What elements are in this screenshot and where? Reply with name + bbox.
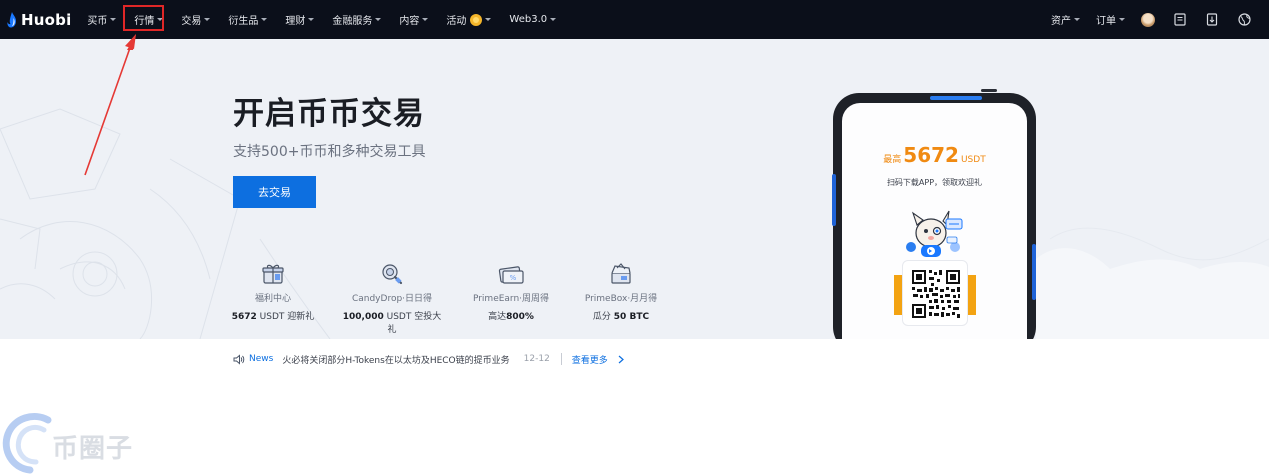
feature-desc-text: 瓜分 [592, 312, 614, 322]
news-divider [560, 353, 562, 365]
menu-item-label: 理财 [285, 16, 306, 27]
feature-name: PrimeBox·月月得 [584, 294, 658, 304]
coin-badge-icon [470, 13, 483, 26]
promo-unit: USDT [960, 155, 986, 165]
watermark-logo-icon [2, 413, 52, 474]
speaker-icon [233, 353, 245, 365]
magnifier-coin-icon [342, 261, 442, 287]
flame-logo-icon [7, 11, 16, 27]
annotation-highlight-box [123, 5, 164, 31]
phone-screen: 最高 5672 USDT 扫码下载APP，领取欢迎礼 [842, 103, 1027, 339]
download-icon[interactable] [1205, 13, 1219, 27]
menu-item-activities[interactable]: 活动 [446, 0, 492, 39]
news-date: 12-12 [523, 354, 550, 364]
menu-item-assets[interactable]: 资产 [1051, 0, 1080, 39]
svg-text:%: % [510, 274, 517, 282]
caret-down-icon [110, 18, 117, 21]
qr-frame-right [968, 275, 976, 315]
feature-primebox[interactable]: PrimeBox·月月得 瓜分 50 BTC [571, 261, 671, 322]
caret-down-icon [308, 18, 315, 21]
news-headline-link[interactable]: 火必将关闭部分H-Tokens在以太坊及HECO链的提币业务 [282, 353, 509, 366]
feature-desc-text: USDT 空投大礼 [383, 312, 442, 335]
feature-desc: 高达800% [461, 309, 561, 322]
menu-item-label: Web3.0 [509, 14, 548, 25]
feature-name: 福利中心 [254, 294, 291, 304]
hero-subtitle: 支持500+币币和多种交易工具 [233, 144, 426, 160]
top-nav: Huobi 买币 行情 交易 衍生品 理财 金融服务 内容 活动 Web3.0 … [0, 0, 1269, 39]
feature-candydrop[interactable]: CandyDrop·日日得 100,000 USDT 空投大礼 [342, 261, 442, 335]
menu-item-financial-services[interactable]: 金融服务 [332, 0, 382, 39]
caret-down-icon [1119, 18, 1125, 21]
document-icon[interactable] [1173, 13, 1187, 27]
phone-side-button-right [1032, 244, 1036, 300]
feature-desc-highlight: 50 BTC [613, 312, 650, 322]
view-more-link[interactable]: 查看更多 [572, 353, 608, 366]
caret-down-icon [550, 18, 557, 21]
hero-banner: 开启币币交易 支持500+币币和多种交易工具 去交易 福利中心 5672 USD… [0, 39, 1269, 339]
news-bar: News 火必将关闭部分H-Tokens在以太坊及HECO链的提币业务 12-1… [233, 352, 624, 366]
nav-right: 资产 订单 [1051, 0, 1269, 39]
feature-desc-text: 高达 [488, 312, 507, 322]
phone-top-button [981, 89, 997, 92]
caret-down-icon [485, 18, 492, 21]
menu-item-label: 买币 [87, 16, 108, 27]
promo-amount: 5672 [903, 143, 959, 167]
menu-item-content[interactable]: 内容 [399, 0, 429, 39]
caret-down-icon [375, 18, 382, 21]
qr-frame-left [894, 275, 902, 315]
chevron-right-icon[interactable] [618, 355, 624, 364]
mascot-icon [906, 210, 963, 257]
menu-item-buy-coin[interactable]: 买币 [87, 0, 117, 39]
download-qr-code[interactable] [902, 260, 968, 326]
phone-side-button-left [832, 174, 836, 226]
feature-desc-text: USDT 迎新礼 [256, 312, 315, 322]
huobi-logo[interactable]: Huobi [6, 0, 71, 39]
feature-desc-highlight: 100,000 [342, 312, 384, 322]
menu-item-label: 活动 [446, 16, 467, 27]
menu-item-label: 衍生品 [228, 16, 259, 27]
box-icon [571, 261, 671, 287]
menu-item-derivatives[interactable]: 衍生品 [228, 0, 268, 39]
qr-code-icon [910, 268, 962, 320]
menu-item-orders[interactable]: 订单 [1096, 0, 1125, 39]
menu-item-label: 金融服务 [332, 16, 373, 27]
go-trade-button[interactable]: 去交易 [233, 176, 316, 208]
feature-desc-highlight: 800% [506, 312, 534, 322]
feature-desc: 100,000 USDT 空投大礼 [342, 309, 442, 335]
caret-down-icon [261, 18, 268, 21]
menu-item-label: 交易 [181, 16, 202, 27]
promo-prefix: 最高 [883, 155, 902, 165]
caret-down-icon [204, 18, 211, 21]
feature-name: PrimeEarn·周周得 [472, 294, 550, 304]
phone-mockup: 最高 5672 USDT 扫码下载APP，领取欢迎礼 [833, 93, 1036, 339]
menu-item-label: 资产 [1051, 16, 1071, 27]
menu-item-web3[interactable]: Web3.0 [509, 0, 557, 39]
page: Huobi 买币 行情 交易 衍生品 理财 金融服务 内容 活动 Web3.0 … [0, 0, 1269, 474]
promo-tip: 扫码下载APP，领取欢迎礼 [886, 178, 983, 187]
gift-box-icon [223, 261, 323, 287]
menu-item-trade[interactable]: 交易 [181, 0, 211, 39]
caret-down-icon [422, 18, 429, 21]
menu-item-label: 订单 [1096, 16, 1116, 27]
watermark-text: 币圈子 [52, 434, 134, 464]
feature-desc-highlight: 5672 [231, 312, 257, 322]
logo-text: Huobi [21, 10, 72, 29]
user-avatar[interactable] [1141, 12, 1155, 27]
feature-welfare-center[interactable]: 福利中心 5672 USDT 迎新礼 [223, 261, 323, 322]
feature-name: CandyDrop·日日得 [351, 294, 433, 304]
feature-desc: 瓜分 50 BTC [571, 309, 671, 322]
ticket-icon: % [461, 261, 561, 287]
globe-icon[interactable] [1237, 13, 1251, 27]
feature-desc: 5672 USDT 迎新礼 [223, 309, 323, 322]
feature-primeearn[interactable]: % PrimeEarn·周周得 高达800% [461, 261, 561, 322]
promo-headline: 最高 5672 USDT [842, 143, 1027, 167]
caret-down-icon [1074, 18, 1080, 21]
news-label: News [249, 354, 274, 364]
phone-speaker [930, 96, 982, 100]
hero-title: 开启币币交易 [233, 96, 425, 132]
menu-item-wealth[interactable]: 理财 [285, 0, 315, 39]
menu-item-label: 内容 [399, 16, 420, 27]
